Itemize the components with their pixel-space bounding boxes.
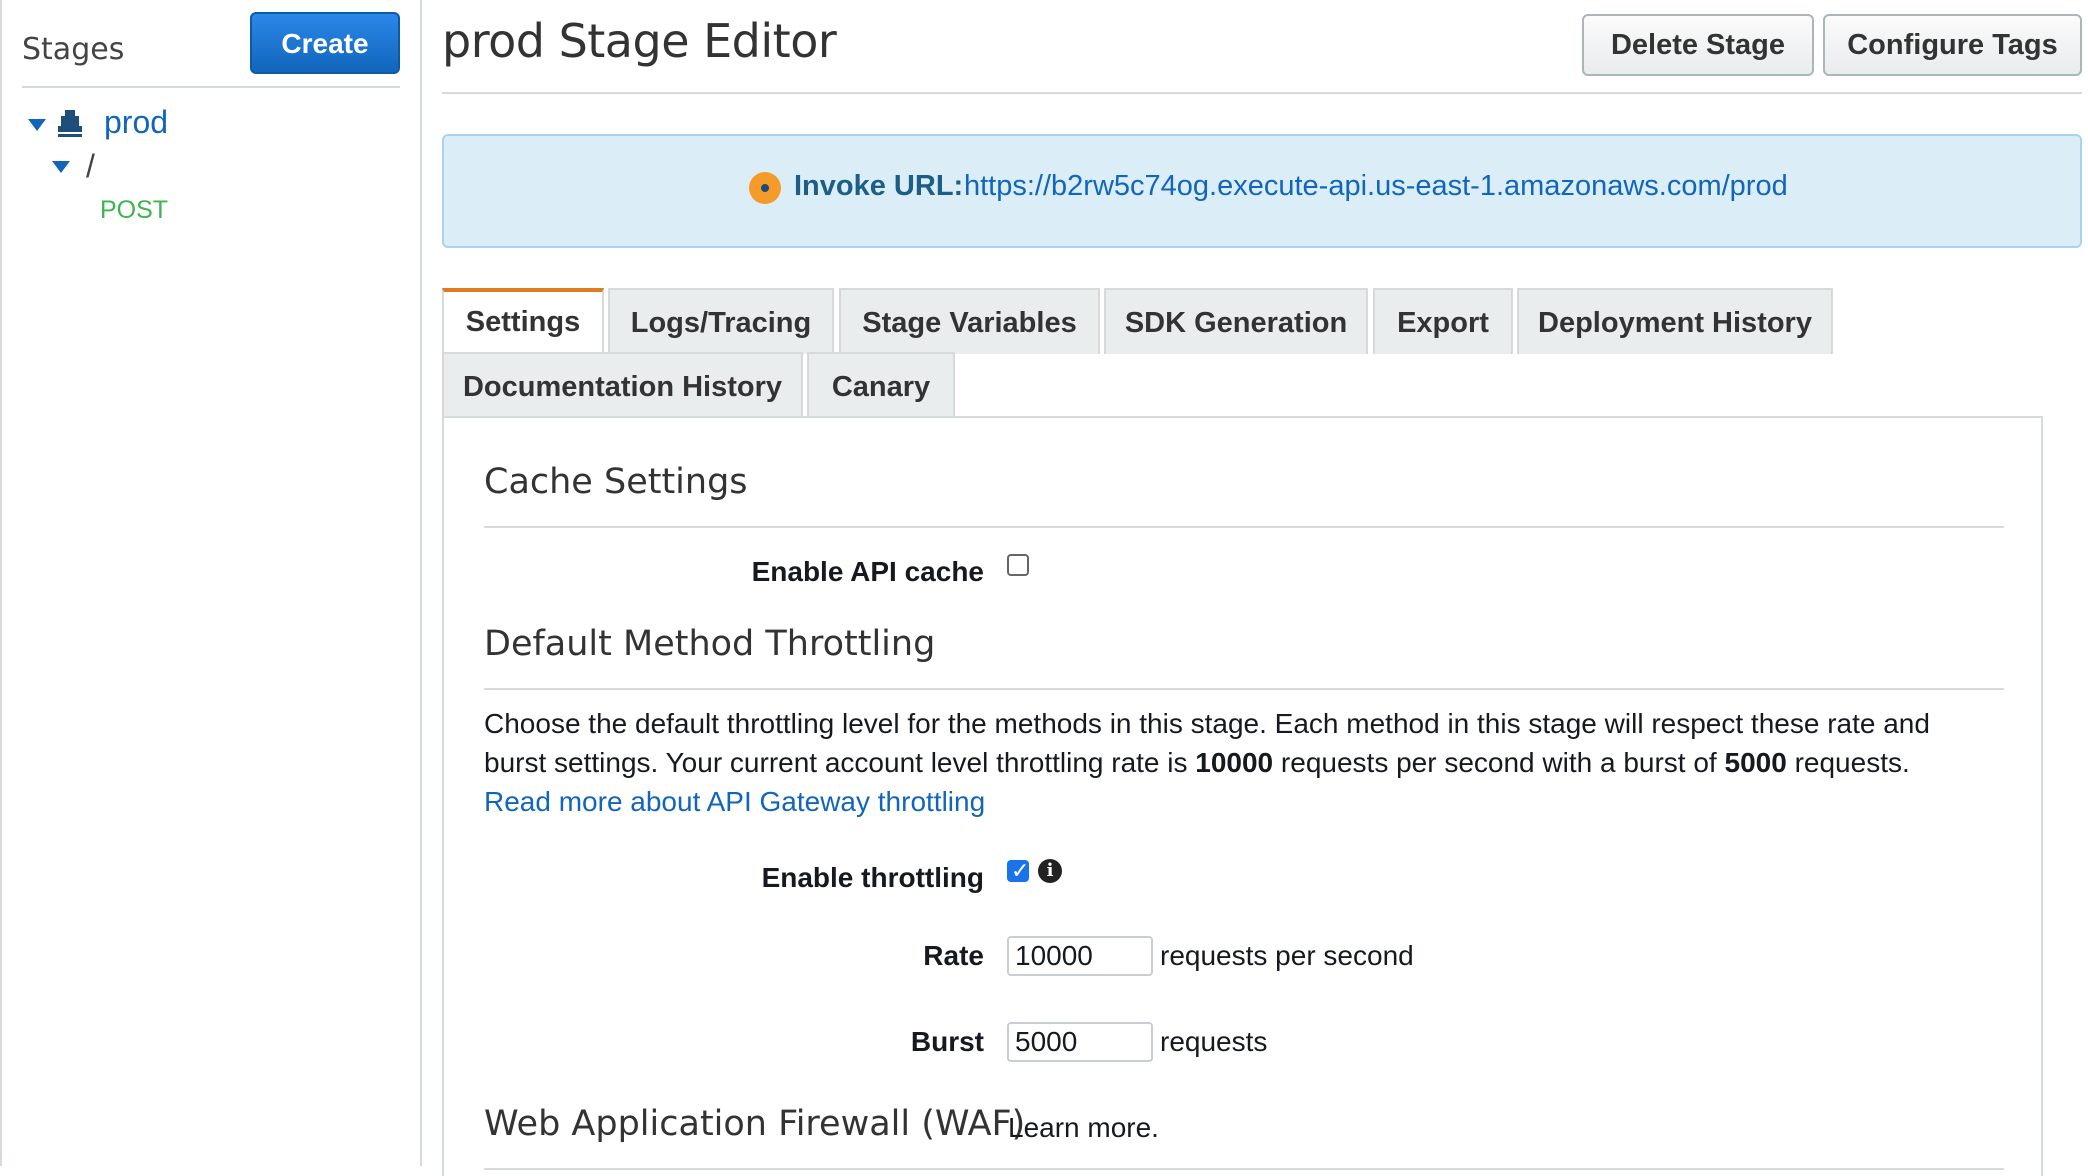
enable-api-cache-checkbox[interactable]	[1007, 554, 1029, 576]
invoke-url-label: Invoke URL:	[794, 170, 964, 202]
delete-stage-button[interactable]: Delete Stage	[1582, 14, 1814, 76]
burst-label: Burst	[910, 1026, 984, 1057]
expand-prod-icon[interactable]	[28, 119, 46, 131]
burst-input[interactable]	[1007, 1022, 1153, 1062]
throttling-description: Choose the default throttling level for …	[484, 704, 1994, 821]
invoke-url-link[interactable]: https://b2rw5c74og.execute-api.us-east-1…	[964, 170, 1788, 203]
tab-logs-tracing[interactable]: Logs/Tracing	[608, 288, 834, 354]
rate-unit: requests per second	[1160, 940, 1414, 971]
throttling-divider	[484, 688, 2004, 690]
stages-sidebar: Stages Create prod / POST	[0, 0, 422, 1166]
tab-canary[interactable]: Canary	[807, 352, 955, 418]
settings-panel: Cache Settings Enable API cache Default …	[442, 416, 2043, 1176]
waf-learn-more-link[interactable]: Learn more.	[1008, 1112, 1159, 1144]
tree-stage-prod[interactable]: prod	[104, 104, 168, 141]
stages-title: Stages	[22, 32, 125, 67]
enable-throttling-label: Enable throttling	[761, 862, 984, 893]
create-stage-button[interactable]: Create	[250, 12, 400, 74]
tree-method-post[interactable]: POST	[100, 196, 168, 225]
expand-root-icon[interactable]	[52, 161, 70, 173]
rate-input[interactable]	[1007, 936, 1153, 976]
read-more-throttling-link[interactable]: Read more about API Gateway throttling	[484, 786, 985, 817]
enable-api-cache-label: Enable API cache	[751, 556, 984, 587]
page-title: prod Stage Editor	[442, 14, 837, 68]
enable-throttling-checkbox[interactable]	[1007, 858, 1029, 884]
waf-title: Web Application Firewall (WAF)	[484, 1104, 1026, 1144]
header-divider	[442, 92, 2082, 94]
invoke-status-icon	[749, 172, 781, 204]
tab-settings[interactable]: Settings	[442, 288, 604, 354]
tab-deployment-history[interactable]: Deployment History	[1517, 288, 1833, 354]
throttling-desc-part3: requests.	[1786, 747, 1910, 778]
waf-divider	[484, 1168, 2004, 1170]
burst-unit: requests	[1160, 1026, 1268, 1057]
configure-tags-button[interactable]: Configure Tags	[1823, 14, 2082, 76]
stage-icon	[56, 108, 84, 140]
cache-divider	[484, 526, 2004, 528]
sidebar-divider	[22, 86, 400, 88]
tab-documentation-history[interactable]: Documentation History	[442, 352, 803, 418]
account-burst-value: 5000	[1724, 747, 1787, 778]
info-icon[interactable]: i	[1038, 859, 1062, 883]
tab-stage-variables[interactable]: Stage Variables	[839, 288, 1100, 354]
tab-export[interactable]: Export	[1373, 288, 1513, 354]
throttling-desc-part2: requests per second with a burst of	[1273, 747, 1725, 778]
throttling-title: Default Method Throttling	[484, 624, 936, 664]
tab-sdk-generation[interactable]: SDK Generation	[1104, 288, 1368, 354]
rate-label: Rate	[923, 940, 984, 971]
tree-resource-root[interactable]: /	[86, 148, 95, 185]
account-rate-value: 10000	[1195, 747, 1274, 778]
cache-settings-title: Cache Settings	[484, 462, 748, 502]
invoke-url-banner: Invoke URL: https://b2rw5c74og.execute-a…	[442, 134, 2082, 248]
